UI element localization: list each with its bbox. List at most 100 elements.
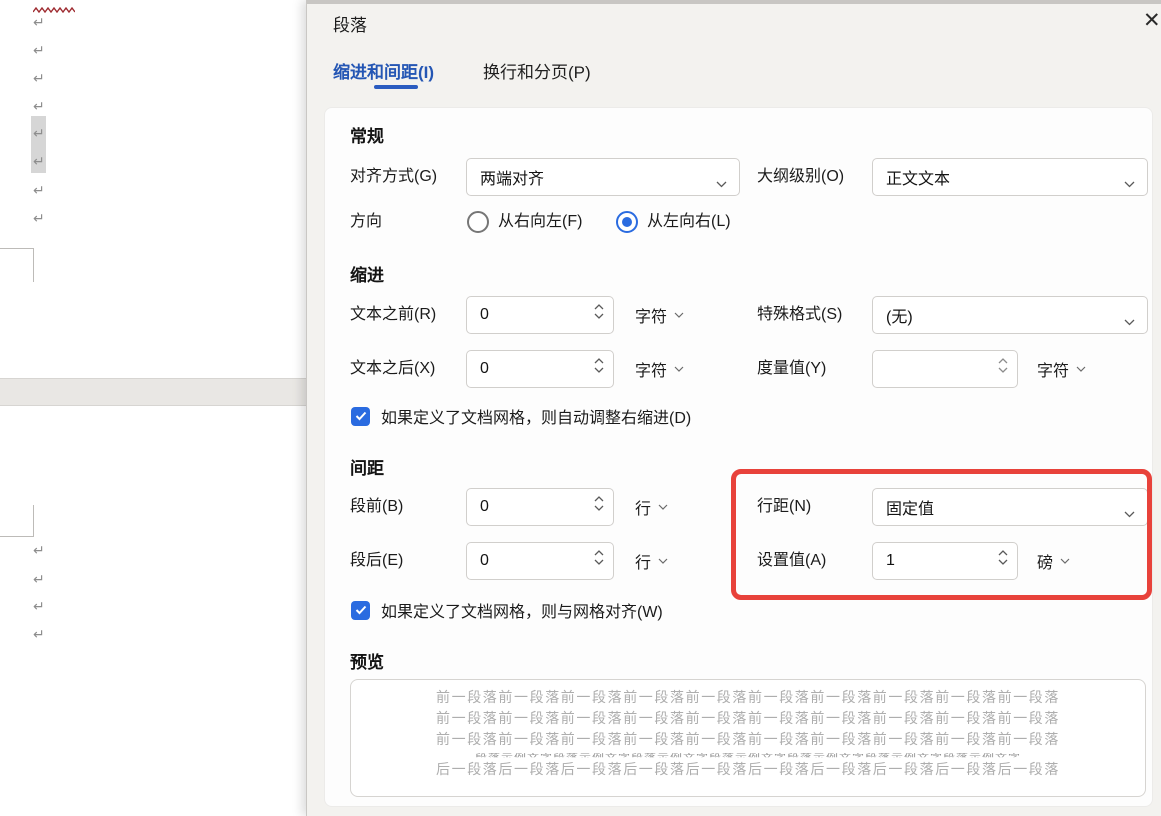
space-after-unit-select[interactable]: 行 [635,542,668,580]
special-format-label: 特殊格式(S) [757,296,842,334]
paragraph-mark-selected: ↵ [33,152,49,170]
measure-unit-select[interactable]: 字符 [1037,350,1086,388]
chevron-down-icon [1076,366,1086,372]
preview-line-before: 前一段落前一段落前一段落前一段落前一段落前一段落前一段落前一段落前一段落前一段落 [408,708,1088,729]
section-heading-indent: 缩进 [350,261,384,286]
space-before-value: 0 [480,498,489,516]
paragraph-mark: ↵ [33,41,49,59]
paragraph-mark: ↵ [33,13,49,31]
paragraph-mark: ↵ [33,597,49,615]
measure-value-label: 度量值(Y) [757,350,826,388]
space-before-input[interactable]: 0 [466,488,614,526]
page-break-gap [0,378,306,406]
paragraph-mark: ↵ [33,181,49,199]
paragraph-mark: ↵ [33,69,49,87]
chevron-down-icon [1124,505,1135,523]
tab-indents-and-spacing[interactable]: 缩进和间距(I) [333,58,434,83]
checkbox-checked-icon[interactable] [351,601,370,620]
preview-sample-line-compressed: 段落示例文字段落示例文字段落示例文字段落示例文字段落示例文字段落示例文字段落示例… [408,752,1088,757]
space-before-unit-select[interactable]: 行 [635,488,668,526]
chevron-down-icon [1124,313,1135,331]
outline-level-value: 正文文本 [886,165,950,189]
at-value: 1 [886,552,895,570]
alignment-value: 两端对齐 [480,165,544,189]
outline-level-label: 大纲级别(O) [757,158,844,196]
section-heading-preview: 预览 [350,648,384,673]
radio-left-to-right[interactable] [616,211,638,233]
paragraph-mark-selected: ↵ [33,124,49,142]
space-after-unit-value: 行 [635,549,651,573]
radio-right-to-left[interactable] [467,211,489,233]
indent-before-text-label: 文本之前(R) [350,296,436,334]
paragraph-dialog: 段落 ✕ 缩进和间距(I) 换行和分页(P) 常规 对齐方式(G) 两端对齐 大… [306,0,1161,816]
text-boundary-corner [0,536,34,537]
section-heading-general: 常规 [350,122,384,147]
indent-before-unit-value: 字符 [635,303,667,327]
spinner-arrows-icon[interactable] [594,358,604,373]
spellcheck-squiggle [33,0,75,6]
preview-line-before: 前一段落前一段落前一段落前一段落前一段落前一段落前一段落前一段落前一段落前一段落 [408,729,1088,750]
indent-before-text-value: 0 [480,306,489,324]
special-format-value: (无) [886,303,913,327]
chevron-down-icon [1060,558,1070,564]
spinner-arrows-icon[interactable] [998,358,1008,373]
dialog-content-card: 常规 对齐方式(G) 两端对齐 大纲级别(O) 正文文本 方向 从右向左(F) … [324,107,1153,807]
chevron-down-icon [674,366,684,372]
document-pane: ↵ ↵ ↵ ↵ ↵ ↵ ↵ ↵ ↵ ↵ ↵ ↵ [0,0,306,816]
right-to-left-label[interactable]: 从右向左(F) [498,210,582,234]
space-before-label: 段前(B) [350,488,403,526]
snap-to-grid-label: 如果定义了文档网格，则与网格对齐(W) [381,598,663,622]
line-spacing-label: 行距(N) [757,488,811,526]
measure-value-input[interactable] [872,350,1018,388]
indent-after-text-label: 文本之后(X) [350,350,435,388]
auto-adjust-right-indent-label: 如果定义了文档网格，则自动调整右缩进(D) [381,404,691,428]
outline-level-select[interactable]: 正文文本 [872,158,1148,196]
measure-unit-value: 字符 [1037,357,1069,381]
special-format-select[interactable]: (无) [872,296,1148,334]
at-unit-select[interactable]: 磅 [1037,542,1070,580]
at-value-label: 设置值(A) [757,542,826,580]
direction-label: 方向 [350,203,382,241]
paragraph-mark: ↵ [33,570,49,588]
paragraph-mark: ↵ [33,97,49,115]
indent-after-text-value: 0 [480,360,489,378]
spinner-arrows-icon[interactable] [594,304,604,319]
chevron-down-icon [658,558,668,564]
space-after-value: 0 [480,552,489,570]
indent-after-text-input[interactable]: 0 [466,350,614,388]
dialog-top-strip [307,0,1161,4]
spinner-arrows-icon[interactable] [594,550,604,565]
spinner-arrows-icon[interactable] [998,550,1008,565]
chevron-down-icon [658,504,668,510]
line-spacing-select[interactable]: 固定值 [872,488,1148,526]
chevron-down-icon [674,312,684,318]
space-after-input[interactable]: 0 [466,542,614,580]
preview-box: 前一段落前一段落前一段落前一段落前一段落前一段落前一段落前一段落前一段落前一段落… [350,679,1146,797]
checkbox-checked-icon[interactable] [351,407,370,426]
preview-line-before: 前一段落前一段落前一段落前一段落前一段落前一段落前一段落前一段落前一段落前一段落 [408,687,1088,708]
preview-line-after: 后一段落后一段落后一段落后一段落后一段落后一段落后一段落后一段落后一段落后一段落 [408,759,1088,780]
text-boundary-corner [0,248,34,249]
space-before-unit-value: 行 [635,495,651,519]
chevron-down-icon [716,175,727,193]
indent-after-unit-value: 字符 [635,357,667,381]
spinner-arrows-icon[interactable] [594,496,604,511]
alignment-label: 对齐方式(G) [350,158,437,196]
auto-adjust-right-indent-checkbox-row[interactable]: 如果定义了文档网格，则自动调整右缩进(D) [351,404,691,428]
text-boundary-corner [33,505,34,536]
snap-to-grid-checkbox-row[interactable]: 如果定义了文档网格，则与网格对齐(W) [351,598,663,622]
indent-after-unit-select[interactable]: 字符 [635,350,684,388]
tab-line-and-page-breaks[interactable]: 换行和分页(P) [483,58,591,83]
text-boundary-corner [33,248,34,282]
alignment-select[interactable]: 两端对齐 [466,158,740,196]
paragraph-mark: ↵ [33,209,49,227]
indent-before-unit-select[interactable]: 字符 [635,296,684,334]
close-icon[interactable]: ✕ [1143,6,1161,36]
at-unit-value: 磅 [1037,549,1053,573]
at-value-input[interactable]: 1 [872,542,1018,580]
indent-before-text-input[interactable]: 0 [466,296,614,334]
chevron-down-icon [1124,175,1135,193]
dialog-title: 段落 [333,11,367,36]
active-tab-underline [374,85,418,89]
left-to-right-label[interactable]: 从左向右(L) [647,210,731,234]
